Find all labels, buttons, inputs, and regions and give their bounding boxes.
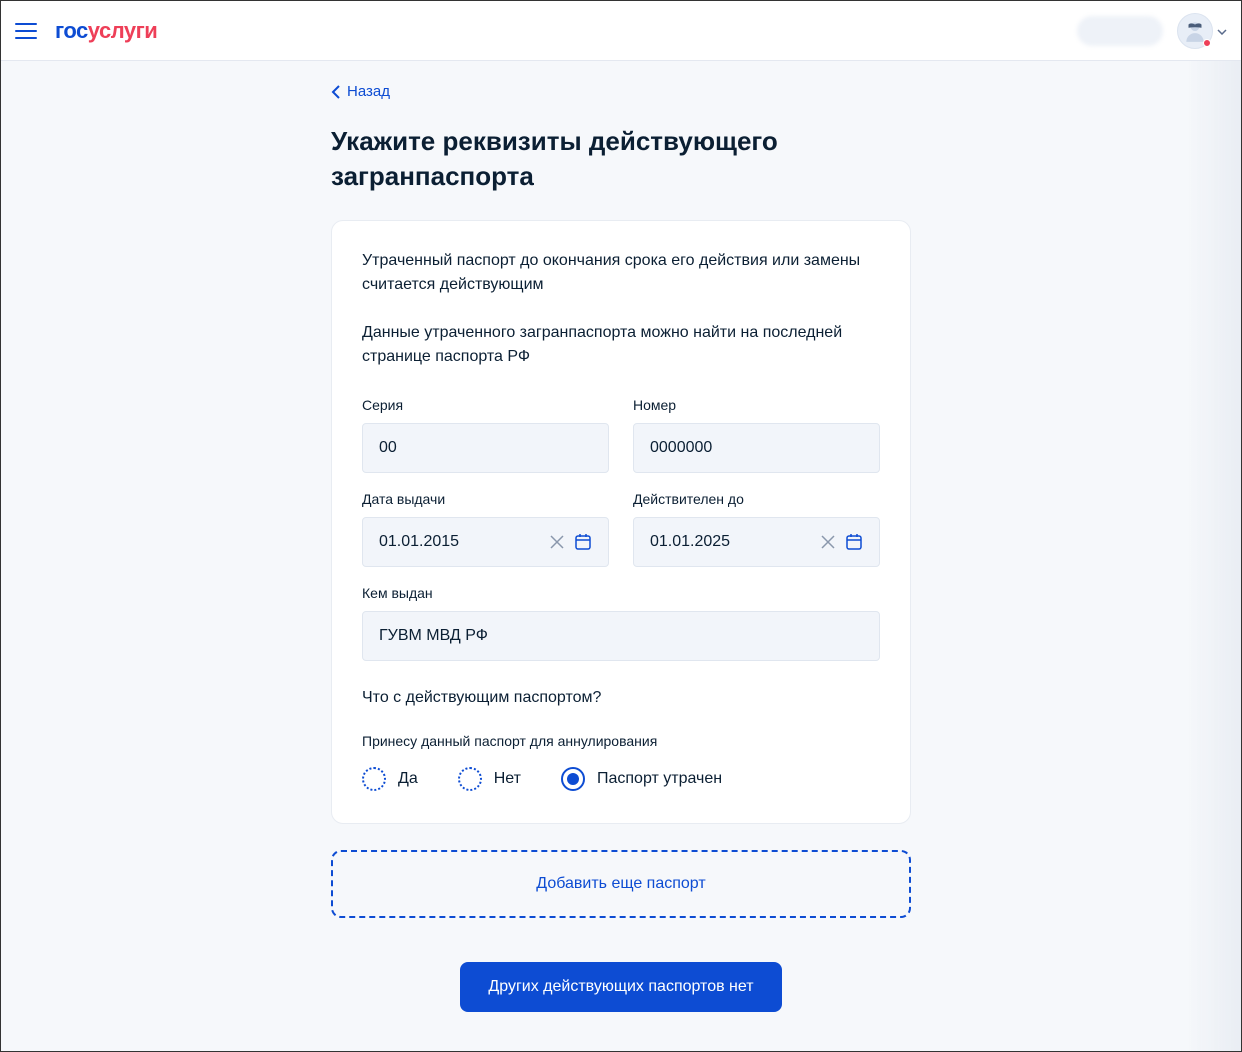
blurred-chip xyxy=(1077,16,1163,46)
issued-by-input[interactable]: ГУВМ МВД РФ xyxy=(362,611,880,661)
number-label: Номер xyxy=(633,397,880,413)
no-other-passports-label: Других действующих паспортов нет xyxy=(488,978,753,995)
expiry-date-value: 01.01.2025 xyxy=(650,533,821,551)
number-group: Номер 0000000 xyxy=(633,397,880,473)
radio-icon-selected xyxy=(561,767,585,791)
info-text-1: Утраченный паспорт до окончания срока ег… xyxy=(362,249,880,297)
radio-icon xyxy=(362,767,386,791)
issue-date-group: Дата выдачи 01.01.2015 xyxy=(362,491,609,567)
header-left: госуслуги xyxy=(15,18,157,44)
issue-date-value: 01.01.2015 xyxy=(379,533,550,551)
radio-dot xyxy=(567,773,579,785)
series-input[interactable]: 00 xyxy=(362,423,609,473)
radio-no-label: Нет xyxy=(494,770,521,788)
radio-lost-label: Паспорт утрачен xyxy=(597,770,722,788)
chevron-down-icon xyxy=(1217,22,1227,40)
radio-yes-label: Да xyxy=(398,770,418,788)
issued-by-group: Кем выдан ГУВМ МВД РФ xyxy=(362,585,880,661)
series-value: 00 xyxy=(379,439,397,457)
header: госуслуги xyxy=(1,1,1241,61)
content-container: Назад Укажите реквизиты действующего заг… xyxy=(331,83,911,1012)
avatar xyxy=(1177,13,1213,49)
issue-date-label: Дата выдачи xyxy=(362,491,609,507)
back-link[interactable]: Назад xyxy=(331,83,390,100)
clear-icon[interactable] xyxy=(821,535,835,549)
issue-date-input[interactable]: 01.01.2015 xyxy=(362,517,609,567)
passport-card: Утраченный паспорт до окончания срока ег… xyxy=(331,220,911,824)
number-value: 0000000 xyxy=(650,439,712,457)
radio-lost[interactable]: Паспорт утрачен xyxy=(561,767,722,791)
series-label: Серия xyxy=(362,397,609,413)
menu-icon[interactable] xyxy=(15,23,37,39)
logo-part1: гос xyxy=(55,18,88,43)
add-passport-button[interactable]: Добавить еще паспорт xyxy=(331,850,911,918)
radio-group: Да Нет Паспорт утрачен xyxy=(362,767,880,791)
clear-icon[interactable] xyxy=(550,535,564,549)
expiry-date-label: Действителен до xyxy=(633,491,880,507)
radio-yes[interactable]: Да xyxy=(362,767,418,791)
user-menu[interactable] xyxy=(1177,13,1227,49)
add-passport-label: Добавить еще паспорт xyxy=(536,875,705,893)
radio-icon xyxy=(458,767,482,791)
page-title: Укажите реквизиты действующего загранпас… xyxy=(331,124,911,194)
no-other-passports-button[interactable]: Других действующих паспортов нет xyxy=(460,962,781,1012)
header-right xyxy=(1077,13,1227,49)
logo-part2: услуги xyxy=(88,18,158,43)
status-question: Что с действующим паспортом? xyxy=(362,689,880,707)
calendar-icon[interactable] xyxy=(845,533,863,551)
page-body: Назад Укажите реквизиты действующего заг… xyxy=(1,61,1241,1051)
expiry-date-input[interactable]: 01.01.2025 xyxy=(633,517,880,567)
chevron-left-icon xyxy=(331,85,341,99)
issued-by-value: ГУВМ МВД РФ xyxy=(379,627,488,645)
series-group: Серия 00 xyxy=(362,397,609,473)
info-text-2: Данные утраченного загранпаспорта можно … xyxy=(362,321,880,369)
back-label: Назад xyxy=(347,83,390,100)
calendar-icon[interactable] xyxy=(574,533,592,551)
issued-by-label: Кем выдан xyxy=(362,585,880,601)
expiry-date-group: Действителен до 01.01.2025 xyxy=(633,491,880,567)
number-input[interactable]: 0000000 xyxy=(633,423,880,473)
logo[interactable]: госуслуги xyxy=(55,18,157,44)
notification-dot xyxy=(1203,39,1211,47)
radio-no[interactable]: Нет xyxy=(458,767,521,791)
status-sublabel: Принесу данный паспорт для аннулирования xyxy=(362,733,880,749)
